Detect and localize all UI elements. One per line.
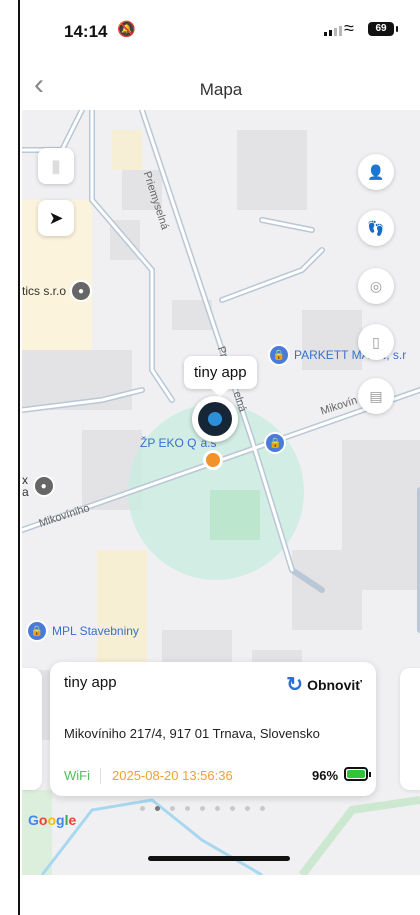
my-location-button[interactable]: ➤ [38,200,74,236]
poi-label: ŽP EKO Q [140,436,197,450]
nav-bar: ‹ Mapa [22,64,420,111]
battery-indicator: 69 [368,22,398,36]
phone-button[interactable]: ▯ [358,324,394,360]
page-dot[interactable] [140,806,145,811]
phone-icon: ▯ [372,333,380,350]
status-bar: 14:14 🔕 ≈ 69 [22,0,420,64]
page-dot[interactable] [200,806,205,811]
page-dot[interactable] [215,806,220,811]
history-button[interactable]: 👣 [358,210,394,246]
bar-chart-icon: ▮ [51,155,61,176]
device-name: tiny app [64,674,117,691]
page-dot[interactable] [230,806,235,811]
page-dot[interactable] [170,806,175,811]
page-dot[interactable] [185,806,190,811]
refresh-button[interactable]: ↻ Obnoviť [286,672,362,697]
prev-device-card[interactable] [22,668,42,790]
connection-type: WiFi [64,768,90,783]
device-info-card[interactable]: tiny app ↻ Obnoviť Mikovíniho 217/4, 917… [50,662,376,796]
stats-button[interactable]: ▮ [38,148,74,184]
battery-icon [344,767,371,781]
device-address: Mikovíniho 217/4, 917 01 Trnava, Slovens… [64,726,320,741]
next-device-card[interactable] [400,668,420,790]
layers-button[interactable]: ▤ [358,378,394,414]
poi-label: MPL Stavebniny [52,624,139,638]
geofence-icon: ◎ [369,277,383,294]
google-logo: Google [28,812,77,828]
battery-percent: 96% [312,768,339,783]
person-icon: 👤 [367,163,385,180]
page-dot[interactable] [155,806,160,811]
poi-pin-icon: ● [70,280,93,302]
page-dot[interactable] [260,806,265,811]
poi-marker[interactable]: x a ● [22,474,55,498]
signal-icon [324,26,342,36]
shop-pin-icon: 🔒 [264,432,287,454]
phone-screen: 14:14 🔕 ≈ 69 ‹ Mapa Priemyselná Pr elná … [22,0,420,875]
poi-label: tics s.r.o [22,284,67,298]
shop-pin-icon: 🔒 [26,620,48,642]
status-time: 14:14 [64,22,108,41]
refresh-icon: ↻ [286,674,304,696]
poi-label: a [22,485,29,499]
contacts-button[interactable]: 👤 [358,154,394,190]
device-avatar-icon [198,402,232,436]
navigation-arrow-icon: ➤ [48,207,64,228]
page-indicator [140,806,265,811]
footsteps-icon: 👣 [367,219,385,236]
refresh-label: Obnoviť [307,676,362,693]
poi-marker[interactable]: 🔒 MPL Stavebniny [26,620,139,642]
geofence-button[interactable]: ◎ [358,268,394,304]
layers-icon: ▤ [369,387,383,404]
divider [100,768,101,784]
wifi-icon: ≈ [344,18,354,38]
device-location-dot [203,450,223,470]
muted-bell-icon: 🔕 [117,21,136,38]
shop-pin-icon: 🔒 [268,344,290,366]
device-marker[interactable] [192,396,238,442]
poi-pin-icon: ● [32,475,55,497]
device-tooltip: tiny app [184,356,257,389]
home-indicator[interactable] [148,856,290,861]
last-update-time: 2025-08-20 13:56:36 [112,768,233,783]
poi-marker[interactable]: tics s.r.o ● [22,280,93,302]
page-dot[interactable] [245,806,250,811]
page-title: Mapa [199,80,243,99]
